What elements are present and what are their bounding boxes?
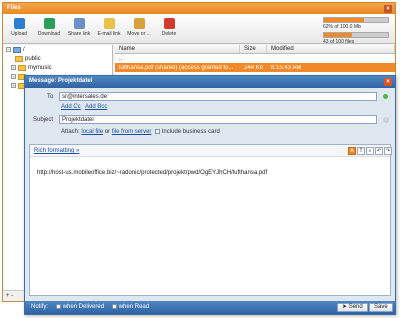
drive-icon [13, 46, 21, 53]
search-icon[interactable]: ⌕ [366, 147, 374, 155]
rich-formatting-link[interactable]: Rich formatting » [34, 148, 79, 154]
text-color-icon[interactable]: T [357, 147, 365, 155]
tree-root-label: / [23, 46, 25, 53]
tree-item-mymusic[interactable]: + mymusic [3, 63, 112, 72]
move-icon [133, 18, 145, 29]
storage-bar-fill [324, 18, 364, 22]
upload-label: Upload [11, 31, 27, 37]
storage-bar [323, 17, 389, 23]
add-bcc-link[interactable]: Add Bcc [85, 104, 107, 110]
status-icon [383, 94, 388, 99]
attach-server-file-link[interactable]: file from server [112, 129, 152, 135]
share-link-button[interactable]: Share link [65, 18, 93, 37]
files-window-title: Files × [3, 3, 395, 14]
message-body[interactable]: http://host-us.mobileoffice.biz/~radonic… [37, 170, 267, 176]
download-button[interactable]: Download [35, 18, 63, 37]
share-link-icon [73, 18, 85, 29]
notify-row: Notify: when Delivered when Read [31, 304, 149, 310]
to-label: To [47, 94, 54, 100]
tree-root[interactable]: − / [3, 45, 112, 54]
message-title-text: Message: Projektdatei [29, 78, 93, 84]
message-footer: Notify: when Delivered when Read ➤ Send … [25, 301, 395, 314]
delete-button[interactable]: Delete [155, 18, 183, 37]
expand-icon[interactable]: + [11, 65, 16, 70]
column-modified[interactable]: Modified [267, 45, 395, 53]
delete-label: Delete [161, 31, 177, 37]
file-modified: 8:15:43 AM [271, 64, 302, 71]
to-field[interactable]: sr@intersales.de [59, 92, 377, 101]
subject-label: Subject [33, 117, 54, 123]
email-link-icon [103, 18, 115, 29]
move-button[interactable]: Move or ... [125, 18, 153, 37]
save-label: Save [374, 304, 388, 310]
message-header: To sr@intersales.de Add Cc Add Bcc Subje… [25, 88, 395, 142]
when-read-label: when Read [118, 304, 150, 311]
info-icon: ! [383, 117, 389, 123]
when-read-checkbox[interactable] [111, 304, 117, 309]
attach-or-text: or [104, 129, 111, 136]
expand-icon[interactable]: + [11, 74, 16, 79]
tree-item-public[interactable]: public [3, 54, 112, 63]
undo-icon[interactable]: ↶ [375, 147, 383, 155]
email-link-label: E-mail link [97, 31, 121, 37]
attach-row: Attach: local file or file from server I… [61, 129, 220, 135]
file-name: lufthansa.pdf (shared) (access granted t… [119, 64, 234, 71]
column-size[interactable]: Size [240, 45, 267, 53]
send-label: Send [348, 304, 363, 310]
add-bcc-text: Add Bcc [85, 104, 108, 110]
move-label: Move or ... [127, 31, 151, 37]
collapse-icon[interactable]: − [6, 47, 11, 52]
file-size: 244 Kb [244, 64, 264, 71]
file-name: .. [119, 55, 123, 62]
add-cc-text: Add Cc [61, 104, 81, 110]
file-row-selected[interactable]: lufthansa.pdf (shared) (access granted t… [115, 63, 395, 72]
business-card-checkbox[interactable] [154, 129, 160, 134]
message-window: Message: Projektdatei × To sr@intersales… [24, 75, 396, 315]
email-link-button[interactable]: E-mail link [95, 18, 123, 37]
upload-button[interactable]: Upload [5, 18, 33, 37]
when-delivered-label: when Delivered [62, 304, 105, 311]
quota-panel: 62% of 100.0 Mb 43 of 100 files [323, 17, 389, 47]
redo-icon[interactable]: ↷ [384, 147, 392, 155]
message-window-title: Message: Projektdatei × [25, 76, 395, 88]
file-row[interactable]: .. [115, 54, 395, 63]
tree-item-label: public [25, 55, 41, 62]
expand-icon[interactable]: + [11, 83, 16, 88]
folder-icon [18, 64, 26, 71]
files-bar-fill [324, 33, 352, 37]
column-name[interactable]: Name [115, 45, 240, 53]
save-button[interactable]: Save [369, 303, 393, 312]
notify-label: Notify: [31, 304, 49, 311]
message-close-icon[interactable]: × [384, 78, 392, 86]
attach-local-file-link[interactable]: local file [81, 129, 103, 135]
format-icon[interactable]: A [348, 147, 356, 155]
add-cc-link[interactable]: Add Cc [61, 104, 81, 110]
business-card-label: Include business card [161, 129, 220, 136]
editor-toolbar: Rich formatting » A T ⌕ ↶ ↷ [30, 145, 392, 157]
storage-text: 62% of 100.0 Mb [323, 24, 361, 30]
download-icon [43, 18, 55, 29]
attach-label: Attach: [61, 129, 80, 136]
subject-field[interactable]: Projektdatei [59, 115, 377, 124]
files-toolbar: Upload Download Share link E-mail link M… [3, 14, 395, 47]
files-close-icon[interactable]: × [384, 5, 392, 13]
folder-icon [15, 55, 23, 62]
share-link-label: Share link [67, 31, 91, 37]
message-editor[interactable]: Rich formatting » A T ⌕ ↶ ↷ http://host-… [29, 144, 392, 296]
download-label: Download [37, 31, 61, 37]
upload-icon [13, 18, 25, 29]
files-bar [323, 32, 389, 38]
delete-icon [163, 18, 175, 29]
file-list-header: Name Size Modified [115, 45, 395, 54]
tree-item-label: mymusic [28, 64, 52, 71]
files-window-title-text: Files [7, 5, 21, 11]
when-delivered-checkbox[interactable] [55, 304, 61, 309]
send-button[interactable]: ➤ Send [337, 303, 368, 312]
